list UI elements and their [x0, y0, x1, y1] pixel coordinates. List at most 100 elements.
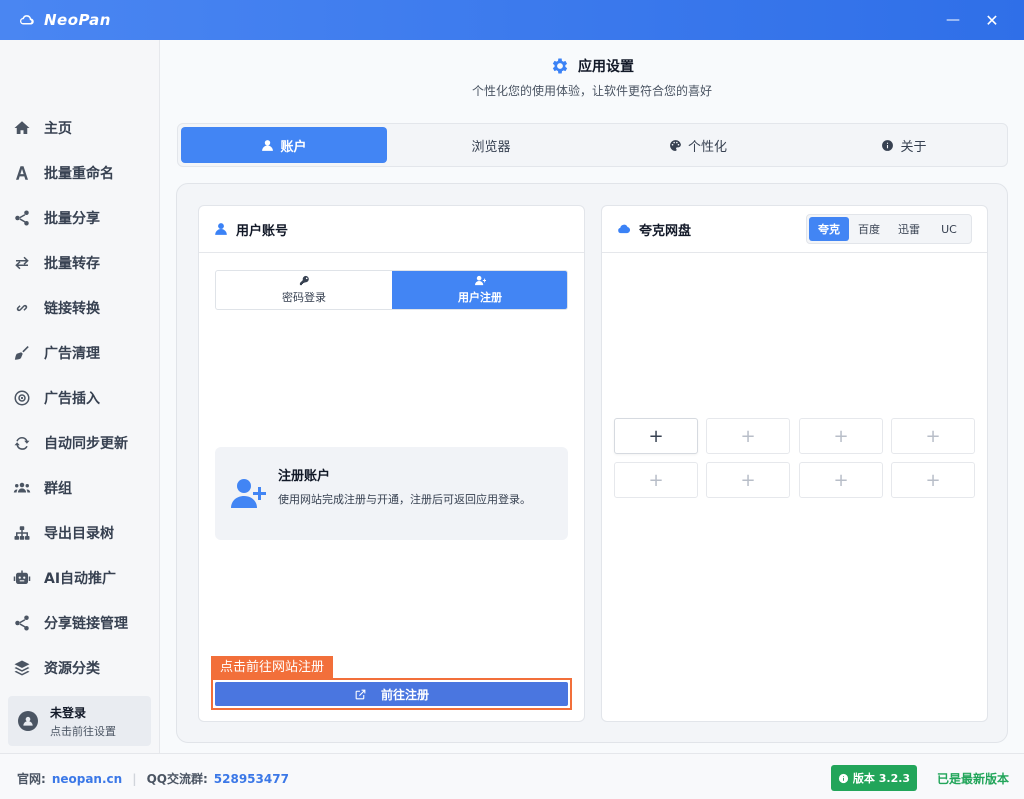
sidebar-item-label: 链接转换: [44, 301, 100, 317]
target-icon: [12, 388, 32, 408]
account-card-title: 用户账号: [236, 223, 289, 239]
register-title: 注册账户: [278, 469, 331, 484]
external-link-icon: [355, 689, 366, 699]
close-button[interactable]: ✕: [972, 0, 1012, 40]
minimize-button[interactable]: —: [933, 0, 973, 40]
sidebar-item-label: 分享链接管理: [44, 616, 128, 632]
account-card: 用户账号 密码登录 用户注册 注册账户 使用网站完成注册与开通，注册后可返回应用…: [198, 205, 585, 722]
sidebar-item-label: AI自动推广: [44, 571, 117, 587]
sidebar: 主页 批量重命名 批量分享 批量转存 链接转换 广告清理 广告插入 自动同步更新…: [0, 40, 160, 753]
main-content: 应用设置 个性化您的使用体验，让软件更符合您的喜好 账户 浏览器 个性化 关于 …: [160, 40, 1024, 753]
sidebar-item-label: 资源分类: [44, 661, 100, 677]
tab-label: 关于: [900, 139, 927, 155]
cloud-icon: [618, 224, 631, 234]
gear-icon: [552, 58, 568, 74]
sidebar-item-ad-clean[interactable]: 广告清理: [0, 333, 159, 373]
provider-tab-uc[interactable]: UC: [929, 217, 969, 241]
app-logo: NeoPan: [18, 11, 111, 29]
account-slot[interactable]: +: [799, 418, 883, 454]
account-slot[interactable]: +: [799, 462, 883, 498]
sidebar-item-groups[interactable]: 群组: [0, 468, 159, 508]
cloud-disk-card: 夸克网盘 夸克 百度 迅雷 UC + + + + + + + +: [601, 205, 988, 722]
qq-number[interactable]: 528953477: [214, 772, 289, 786]
go-register-label: 前往注册: [380, 687, 429, 702]
account-card-header: 用户账号: [199, 206, 584, 253]
account-slot[interactable]: +: [706, 418, 790, 454]
tab-account[interactable]: 账户: [181, 127, 387, 163]
cloud-disk-title: 夸克网盘: [639, 223, 692, 239]
settings-panel: 用户账号 密码登录 用户注册 注册账户 使用网站完成注册与开通，注册后可返回应用…: [176, 183, 1008, 743]
register-description: 使用网站完成注册与开通，注册后可返回应用登录。: [278, 493, 531, 506]
register-info-box: 注册账户 使用网站完成注册与开通，注册后可返回应用登录。: [215, 447, 568, 540]
app-title: NeoPan: [44, 11, 111, 29]
sidebar-item-ai-promote[interactable]: AI自动推广: [0, 558, 159, 598]
user-hint: 点击前往设置: [50, 724, 116, 738]
sidebar-item-label: 批量转存: [44, 256, 100, 272]
tab-browser[interactable]: 浏览器: [388, 127, 594, 163]
exchange-icon: [12, 253, 32, 273]
user-name: 未登录: [50, 705, 87, 720]
status-bar: 官网: neopan.cn | QQ交流群: 528953477 版本 3.2.…: [0, 753, 1024, 799]
page-title: 应用设置: [160, 56, 1024, 76]
account-slot[interactable]: +: [891, 418, 975, 454]
share-icon: [12, 208, 32, 228]
password-login-tab[interactable]: 密码登录: [216, 271, 392, 309]
user-icon: [262, 139, 274, 151]
sidebar-item-batch-share[interactable]: 批量分享: [0, 198, 159, 238]
site-link[interactable]: neopan.cn: [52, 772, 122, 786]
info-icon: [882, 139, 894, 151]
tab-label: 浏览器: [471, 139, 511, 155]
tab-personalize[interactable]: 个性化: [595, 127, 801, 163]
provider-tab-baidu[interactable]: 百度: [849, 217, 889, 241]
sidebar-item-export-tree[interactable]: 导出目录树: [0, 513, 159, 553]
sidebar-item-home[interactable]: 主页: [0, 108, 159, 148]
account-slot[interactable]: +: [891, 462, 975, 498]
version-badge[interactable]: 版本 3.2.3: [831, 765, 917, 791]
broom-icon: [12, 343, 32, 363]
tab-label: 账户: [280, 139, 307, 155]
qq-label: QQ交流群:: [146, 772, 208, 786]
go-register-highlight: 前往注册: [211, 678, 572, 710]
sidebar-item-auto-sync[interactable]: 自动同步更新: [0, 423, 159, 463]
tab-label: 个性化: [687, 139, 727, 155]
palette-icon: [670, 139, 681, 151]
sidebar-item-batch-transfer[interactable]: 批量转存: [0, 243, 159, 283]
link-icon: [12, 298, 32, 318]
sidebar-item-batch-rename[interactable]: 批量重命名: [0, 153, 159, 193]
cloud-logo-icon: [19, 15, 34, 25]
user-plus-icon: [474, 275, 486, 286]
sitemap-icon: [12, 523, 32, 543]
sidebar-item-label: 批量重命名: [44, 166, 114, 182]
account-slot[interactable]: +: [614, 462, 698, 498]
home-icon: [12, 118, 32, 138]
info-icon: [838, 773, 849, 783]
sidebar-item-ad-insert[interactable]: 广告插入: [0, 378, 159, 418]
user-status-box[interactable]: 未登录 点击前往设置: [8, 696, 151, 746]
sidebar-item-label: 广告清理: [44, 346, 100, 362]
sidebar-item-resource-category[interactable]: 资源分类: [0, 648, 159, 688]
user-icon: [215, 223, 227, 235]
user-circle-icon: [18, 711, 38, 731]
sync-icon: [12, 433, 32, 453]
provider-tab-xunlei[interactable]: 迅雷: [889, 217, 929, 241]
account-slot[interactable]: +: [706, 462, 790, 498]
account-slot[interactable]: +: [614, 418, 698, 454]
register-tip-label: 点击前往网站注册: [211, 656, 334, 680]
provider-tab-quark[interactable]: 夸克: [809, 217, 849, 241]
sidebar-item-label: 主页: [44, 121, 72, 137]
user-register-tab[interactable]: 用户注册: [392, 271, 567, 309]
version-label: 版本 3.2.3: [852, 772, 911, 785]
sidebar-item-label: 自动同步更新: [44, 436, 128, 452]
title-bar: NeoPan — ✕: [0, 0, 1024, 40]
segment-label: 用户注册: [458, 291, 502, 304]
go-register-button[interactable]: 前往注册: [215, 682, 568, 706]
sidebar-item-label: 批量分享: [44, 211, 100, 227]
site-label: 官网:: [17, 772, 46, 786]
sidebar-item-link-convert[interactable]: 链接转换: [0, 288, 159, 328]
share-icon: [12, 613, 32, 633]
sidebar-item-share-link-manage[interactable]: 分享链接管理: [0, 603, 159, 643]
account-mode-switch: 密码登录 用户注册: [215, 270, 568, 310]
settings-tabs: 账户 浏览器 个性化 关于: [177, 123, 1008, 167]
tab-about[interactable]: 关于: [802, 127, 1006, 163]
footer-divider: |: [132, 771, 137, 786]
